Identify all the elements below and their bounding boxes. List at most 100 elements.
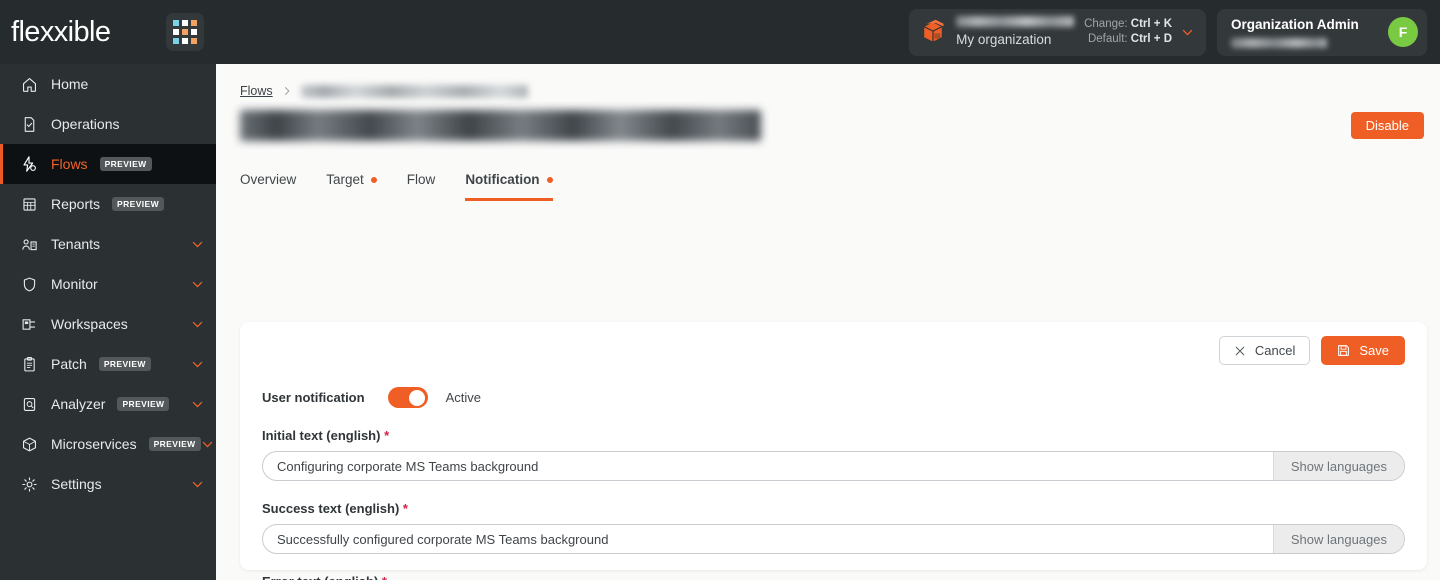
- field-success-text: Success text (english) * Show languages: [262, 501, 1405, 554]
- clipboard-icon: [18, 356, 40, 373]
- analyzer-icon: [18, 396, 40, 413]
- chevron-down-icon[interactable]: [1181, 26, 1194, 39]
- tab-flow[interactable]: Flow: [407, 172, 436, 201]
- preview-badge: PREVIEW: [99, 156, 152, 172]
- tab-label: Notification: [465, 172, 540, 187]
- main-content: Flows Disable Overview Target Flow Notif…: [216, 64, 1440, 580]
- tab-target[interactable]: Target: [326, 172, 377, 201]
- sidebar-item-workspaces[interactable]: Workspaces: [0, 304, 216, 344]
- chevron-down-icon[interactable]: [191, 358, 204, 371]
- chevron-down-icon[interactable]: [191, 478, 204, 491]
- required-marker: *: [382, 574, 387, 580]
- field-label: Success text (english) *: [262, 501, 408, 516]
- sidebar-item-operations[interactable]: Operations: [0, 104, 216, 144]
- chevron-down-icon[interactable]: [191, 398, 204, 411]
- cancel-button[interactable]: Cancel: [1218, 336, 1311, 365]
- app-root: flexxible My organization Change: Ctrl +…: [0, 0, 1440, 580]
- sidebar-item-microservices[interactable]: Microservices PREVIEW: [0, 424, 216, 464]
- tab-change-dot-icon: [546, 176, 553, 183]
- show-languages-button[interactable]: Show languages: [1272, 452, 1404, 480]
- body-row: Home Operations Flows PREVIEW Reports PR…: [0, 64, 1440, 580]
- sidebar-item-label: Analyzer: [51, 396, 106, 412]
- sidebar-item-label: Patch: [51, 356, 87, 372]
- page-title-row: Disable: [216, 94, 1440, 141]
- field-initial-text: Initial text (english) * Show languages: [262, 428, 1405, 481]
- sidebar-item-label: Tenants: [51, 236, 101, 252]
- chevron-right-icon: [284, 87, 290, 95]
- organization-shortcuts: Change: Ctrl + K Default: Ctrl + D: [1084, 17, 1181, 47]
- preview-badge: PREVIEW: [117, 396, 170, 412]
- chevron-down-icon[interactable]: [201, 438, 214, 451]
- sidebar-item-home[interactable]: Home: [0, 64, 216, 104]
- sidebar-item-monitor[interactable]: Monitor: [0, 264, 216, 304]
- user-notification-row: User notification Active: [262, 387, 1405, 408]
- gear-icon: [18, 476, 40, 493]
- user-notification-toggle[interactable]: [387, 387, 428, 408]
- home-icon: [18, 76, 40, 93]
- toggle-knob: [409, 389, 426, 406]
- sidebar-item-settings[interactable]: Settings: [0, 464, 216, 504]
- document-check-icon: [18, 116, 40, 133]
- organization-switcher[interactable]: My organization Change: Ctrl + K Default…: [909, 8, 1206, 56]
- user-name-redacted: [1231, 38, 1327, 48]
- disable-button[interactable]: Disable: [1350, 112, 1424, 139]
- breadcrumb-link-flows[interactable]: Flows: [240, 84, 273, 98]
- close-x-icon: [1235, 346, 1245, 355]
- notification-settings-card: Cancel Save User notification Active Ini…: [240, 322, 1427, 580]
- sidebar-item-label: Reports: [51, 196, 101, 212]
- required-marker: *: [384, 428, 390, 443]
- page-title: [240, 110, 761, 141]
- sidebar-item-reports[interactable]: Reports PREVIEW: [0, 184, 216, 224]
- chevron-down-icon[interactable]: [191, 318, 204, 331]
- required-marker: *: [402, 501, 408, 516]
- input-group: Show languages: [262, 524, 1405, 554]
- success-text-input[interactable]: [263, 525, 1273, 553]
- sidebar-item-flows[interactable]: Flows PREVIEW: [0, 144, 216, 184]
- top-header-bar: flexxible My organization Change: Ctrl +…: [0, 0, 1440, 64]
- floppy-save-icon: [1338, 345, 1350, 356]
- breadcrumb-current-redacted: [300, 84, 528, 98]
- show-languages-button[interactable]: Show languages: [1272, 525, 1404, 553]
- sidebar-item-label: Operations: [51, 116, 120, 132]
- sidebar-item-label: Settings: [51, 476, 102, 492]
- field-error-text: Error text (english) * Show languages: [262, 574, 1405, 580]
- sidebar-item-label: Monitor: [51, 276, 98, 292]
- brand-logo[interactable]: flexxible: [0, 15, 164, 48]
- brand-logo-text: flexxible: [11, 15, 111, 48]
- organization-name-redacted: [956, 16, 1075, 27]
- save-button[interactable]: Save: [1321, 336, 1405, 365]
- shortcut-default: Default: Ctrl + D: [1087, 33, 1172, 45]
- user-account-menu[interactable]: Organization Admin F: [1217, 8, 1427, 56]
- shortcut-change: Change: Ctrl + K: [1084, 18, 1172, 30]
- tab-bar: Overview Target Flow Notification: [216, 163, 1440, 201]
- tab-overview[interactable]: Overview: [240, 172, 296, 201]
- shield-icon: [18, 276, 40, 293]
- report-table-icon: [18, 196, 40, 213]
- tab-label: Target: [326, 172, 364, 187]
- user-notification-label: User notification: [262, 390, 365, 405]
- chevron-down-icon[interactable]: [191, 238, 204, 251]
- avatar[interactable]: F: [1388, 17, 1418, 47]
- tab-change-dot-icon: [370, 176, 377, 183]
- apps-grid-button[interactable]: [166, 13, 204, 51]
- sidebar-item-label: Home: [51, 76, 89, 92]
- input-group: Show languages: [262, 451, 1405, 481]
- cancel-button-label: Cancel: [1254, 343, 1296, 358]
- initial-text-input[interactable]: [263, 452, 1273, 480]
- chevron-down-icon[interactable]: [191, 278, 204, 291]
- user-role-label: Organization Admin: [1231, 17, 1359, 32]
- organization-names: My organization: [956, 16, 1084, 48]
- tab-notification[interactable]: Notification: [465, 172, 553, 201]
- tab-label: Flow: [406, 172, 436, 187]
- preview-badge: PREVIEW: [148, 436, 201, 452]
- user-names: Organization Admin: [1231, 16, 1380, 48]
- grid-apps-icon: [173, 20, 197, 44]
- workspaces-icon: [18, 316, 40, 333]
- tab-label: Overview: [240, 172, 297, 187]
- sidebar-item-patch[interactable]: Patch PREVIEW: [0, 344, 216, 384]
- sidebar-item-label: Workspaces: [51, 316, 128, 332]
- breadcrumb: Flows: [216, 64, 1440, 98]
- sidebar-item-tenants[interactable]: Tenants: [0, 224, 216, 264]
- sidebar-item-analyzer[interactable]: Analyzer PREVIEW: [0, 384, 216, 424]
- flow-bolt-icon: [18, 155, 40, 173]
